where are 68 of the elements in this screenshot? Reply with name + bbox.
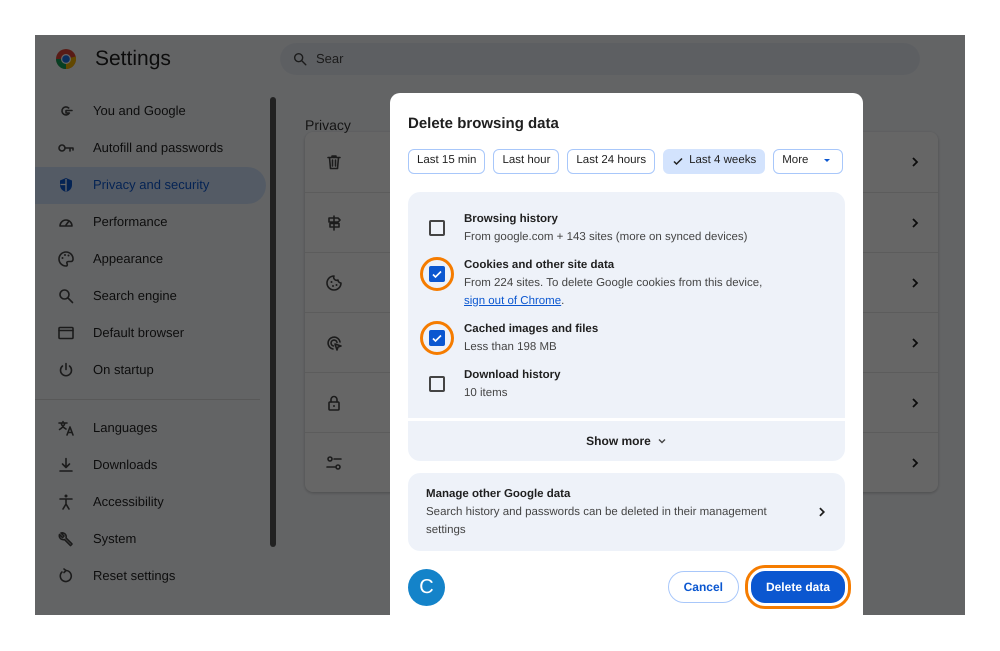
chevron-icon	[910, 216, 920, 228]
account-avatar[interactable]: C	[408, 568, 445, 606]
trash-icon	[325, 153, 343, 171]
section-title: Privacy	[305, 116, 351, 135]
wrench-icon	[57, 530, 75, 548]
target-cursor-icon	[325, 334, 343, 352]
chevron-icon	[817, 506, 827, 518]
option-description: 10 items	[464, 386, 508, 400]
option-title: Cookies and other site data	[464, 258, 616, 272]
dropdown-button[interactable]: More	[773, 148, 844, 174]
time-range-chip[interactable]: Last 15 min	[408, 148, 486, 174]
option-description: From 224 sites. To delete Google cookies from this device, sign out of Chrome.	[464, 276, 764, 308]
sign-out-link[interactable]: sign out of Chrome	[464, 294, 562, 306]
sidebar-item[interactable]: Languages	[35, 410, 266, 446]
sidebar-item[interactable]: You and Google	[35, 92, 266, 130]
shield-icon	[57, 176, 75, 194]
chevron-icon	[910, 456, 920, 468]
chevron-icon	[910, 336, 920, 348]
signpost-icon	[325, 214, 343, 232]
accessibility-icon	[57, 493, 75, 511]
checkbox[interactable]	[429, 330, 445, 346]
time-range-chip[interactable]: Last 4 weeks	[663, 148, 766, 174]
chevron-icon	[910, 396, 920, 408]
checkbox[interactable]	[429, 266, 445, 282]
app-title: Settings	[95, 46, 171, 72]
option-description: From google.com + 143 sites (more on synced devices)	[464, 230, 748, 244]
browser-logo	[55, 48, 77, 70]
check-icon	[672, 155, 684, 167]
dialog-title: Delete browsing data	[408, 114, 560, 134]
sidebar-item[interactable]: Autofill and passwords	[35, 130, 266, 166]
option-title: Cached images and files	[464, 322, 598, 336]
sidebar-item[interactable]: Reset settings	[35, 558, 266, 594]
option-description: Less than 198 MB	[464, 340, 558, 354]
palette-icon	[57, 250, 75, 268]
sliders-icon	[325, 454, 343, 472]
checkbox[interactable]	[429, 376, 445, 392]
download-icon	[57, 456, 75, 474]
manage-google-data-row[interactable]: Manage other Google data Search history and passwords can be deleted in their management settings	[408, 472, 845, 550]
search-icon	[292, 51, 308, 67]
delete-data-button[interactable]: Delete data	[750, 571, 845, 603]
cookie-icon	[325, 274, 343, 292]
chevron-icon	[910, 156, 920, 168]
sidebar-item[interactable]: Accessibility	[35, 484, 266, 520]
manage-description: Search history and passwords can be deleted in their management settings	[426, 504, 768, 538]
checkbox[interactable]	[429, 220, 445, 236]
sidebar-item[interactable]: Default browser	[35, 314, 266, 352]
sidebar-item[interactable]: System	[35, 520, 266, 558]
show-more-button[interactable]: Show more	[582, 430, 671, 452]
sidebar-item[interactable]: Downloads	[35, 446, 266, 484]
sidebar-item[interactable]: Appearance	[35, 240, 266, 278]
time-range-chip[interactable]: Last 24 hours	[567, 148, 656, 174]
reset-icon	[57, 567, 75, 585]
browser-window-icon	[57, 324, 75, 342]
sidebar-item[interactable]: On startup	[35, 352, 266, 388]
option-title: Download history	[464, 368, 560, 382]
search-field[interactable]: Sear	[280, 43, 920, 75]
lock-icon	[325, 394, 343, 412]
sidebar-item[interactable]: Search engine	[35, 278, 266, 314]
option-title: Browsing history	[464, 212, 559, 226]
manage-title: Manage other Google data	[426, 486, 572, 502]
time-range-chip[interactable]: Last hour	[493, 148, 560, 174]
cancel-button[interactable]: Cancel	[668, 571, 739, 603]
power-icon	[57, 361, 75, 379]
sidebar-item[interactable]: Performance	[35, 204, 266, 240]
translate-icon	[57, 419, 75, 437]
search-icon	[57, 287, 75, 305]
sidebar-item[interactable]: Privacy and security	[35, 166, 266, 204]
chevron-icon	[910, 276, 920, 288]
